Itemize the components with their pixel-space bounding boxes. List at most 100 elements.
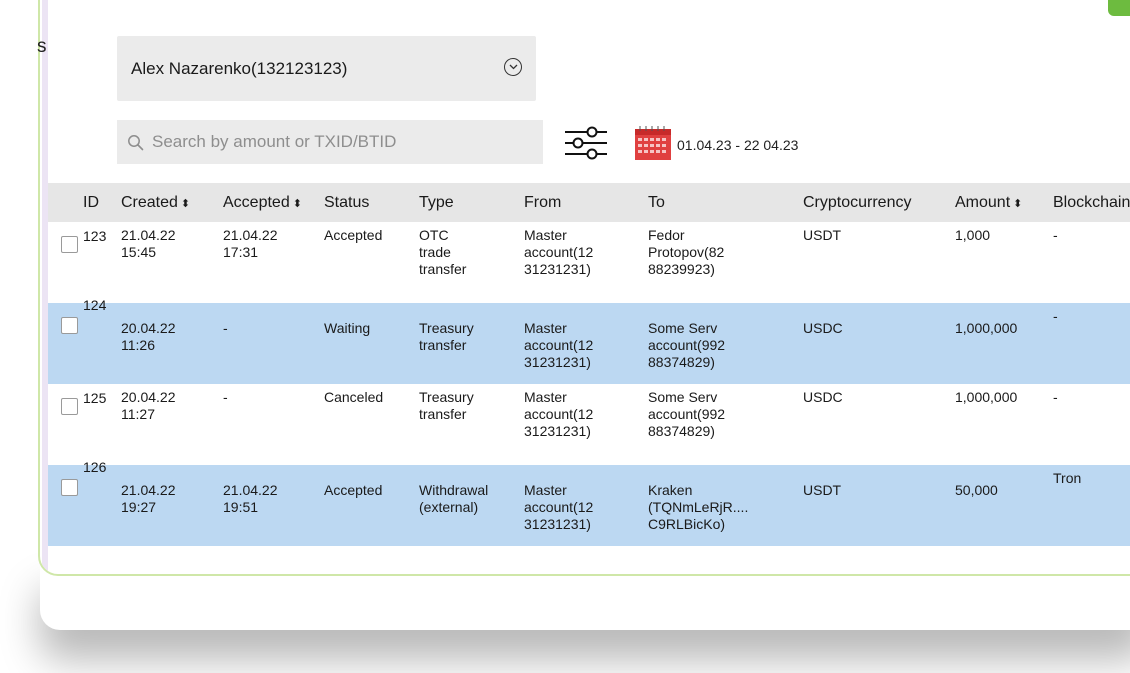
- table-row[interactable]: 126 21.04.22 19:27 21.04.22 19:51 Accepted Wit…: [48, 459, 1130, 546]
- cell-accepted-line: 21.04.22: [223, 482, 278, 498]
- col-amount-header[interactable]: Amount ⬍: [955, 183, 1053, 222]
- cell-status: Accepted: [324, 222, 419, 303]
- cell-crypto-line: USDT: [803, 482, 842, 498]
- cell-created-line: 21.04.22: [121, 482, 176, 498]
- cell-accepted: -: [223, 303, 324, 384]
- cell-from-line: Master: [524, 482, 567, 498]
- sort-icon[interactable]: ⬍: [293, 198, 302, 210]
- cell-id: 124: [83, 297, 121, 384]
- cell-type-line: OTC: [419, 227, 449, 243]
- cell-to-line: Fedor: [648, 227, 685, 243]
- account-select-value: Alex Nazarenko(132123123): [131, 58, 348, 78]
- cell-to-line: account(992: [648, 337, 726, 353]
- col-type-header: Type: [419, 193, 454, 211]
- cell-crypto-text: USDT: [803, 465, 955, 499]
- sort-icon[interactable]: ⬍: [1013, 198, 1022, 210]
- cell-accepted-line: -: [223, 320, 228, 336]
- search-field[interactable]: [117, 120, 543, 164]
- cell-select: [48, 222, 83, 303]
- col-id-header: ID: [83, 193, 99, 211]
- side-label: s: [37, 36, 47, 57]
- cell-status: Canceled: [324, 384, 419, 465]
- sliders-filter-icon[interactable]: [562, 123, 610, 163]
- cell-created-line: 20.04.22: [121, 389, 176, 405]
- cell-blockchain-line: -: [1053, 308, 1058, 324]
- cell-status-line: Waiting: [324, 320, 371, 336]
- cell-status-line: Accepted: [324, 482, 383, 498]
- table-header: ID Created ⬍ Accepted ⬍ Status Type From T…: [48, 183, 1130, 222]
- cell-to: Fedor Protopov(82 88239923): [648, 222, 803, 303]
- cell-type-text: Treasury transfer: [419, 303, 524, 354]
- cell-type-line: Treasury: [419, 389, 474, 405]
- col-created-header[interactable]: Created ⬍: [121, 183, 223, 222]
- cell-status-text: Accepted: [324, 465, 419, 499]
- cell-to-line: 88374829): [648, 423, 715, 439]
- cell-to: Some Serv account(992 88374829): [648, 303, 803, 384]
- cell-amount: 50,000: [955, 465, 1053, 546]
- cell-crypto: USDC: [803, 384, 955, 465]
- cell-to-line: Kraken: [648, 482, 693, 498]
- cell-to-line: 88374829): [648, 354, 715, 370]
- cell-crypto-line: USDT: [803, 227, 842, 243]
- cell-accepted-text: 21.04.22 19:51: [223, 465, 324, 516]
- cell-id-text: 123: [83, 228, 107, 244]
- search-input[interactable]: [150, 131, 533, 153]
- cell-select: [48, 303, 83, 384]
- row-checkbox[interactable]: [61, 317, 78, 334]
- sort-icon[interactable]: ⬍: [181, 198, 190, 210]
- cell-amount-line: 1,000: [955, 227, 991, 243]
- cell-to-line: Protopov(82: [648, 244, 725, 260]
- cell-accepted: 21.04.22 17:31: [223, 222, 324, 303]
- col-to-header: To: [648, 193, 665, 211]
- table-row[interactable]: 123 21.04.22 15:45 21.04.22 17:31 Accepted OTC…: [48, 222, 1130, 303]
- cell-status: Accepted: [324, 465, 419, 546]
- col-select-header: [48, 183, 83, 222]
- action-button[interactable]: [1108, 0, 1130, 16]
- row-checkbox[interactable]: [61, 479, 78, 496]
- cell-type-line: transfer: [419, 406, 467, 422]
- cell-id-text: 125: [83, 390, 107, 406]
- col-accepted-header[interactable]: Accepted ⬍: [223, 183, 324, 222]
- cell-blockchain: -: [1053, 384, 1130, 465]
- cell-id: 125: [83, 384, 121, 465]
- chevron-down-icon[interactable]: [504, 58, 522, 76]
- cell-from-line: Master: [524, 389, 567, 405]
- table-body: 123 21.04.22 15:45 21.04.22 17:31 Accepted OTC…: [48, 222, 1130, 546]
- cell-accepted: 21.04.22 19:51: [223, 465, 324, 546]
- account-select[interactable]: Alex Nazarenko(132123123): [117, 36, 536, 101]
- cell-accepted-text: -: [223, 303, 324, 337]
- cell-from-text: Master account(12 31231231): [524, 222, 648, 278]
- table-row[interactable]: 124 20.04.22 11:26- Waiting Treasury transfer…: [48, 297, 1130, 384]
- cell-type-line: transfer: [419, 337, 467, 353]
- cell-type: Treasury transfer: [419, 303, 524, 384]
- cell-from-line: Master: [524, 320, 567, 336]
- cell-from-line: account(12: [524, 337, 594, 353]
- search-icon: [128, 134, 144, 150]
- cell-created-line: 20.04.22: [121, 320, 176, 336]
- cell-amount-text: 1,000: [955, 222, 1053, 244]
- cell-type-text: Treasury transfer: [419, 384, 524, 423]
- cell-to-line: 88239923): [648, 261, 715, 277]
- cell-amount-text: 1,000,000: [955, 384, 1053, 406]
- calendar-icon[interactable]: [633, 126, 673, 162]
- cell-created: 20.04.22 11:26: [121, 303, 223, 384]
- cell-blockchain-text: -: [1053, 303, 1130, 325]
- cell-created: 21.04.22 15:45: [121, 222, 223, 303]
- cell-accepted-line: 17:31: [223, 244, 259, 260]
- cell-created-line: 15:45: [121, 244, 157, 260]
- cell-type: OTC trade transfer: [419, 222, 524, 303]
- cell-crypto-text: USDC: [803, 303, 955, 337]
- table-row[interactable]: 125 20.04.22 11:27- Canceled Treasury transfe…: [48, 384, 1130, 465]
- cell-type-text: Withdrawal (external): [419, 465, 524, 516]
- row-checkbox[interactable]: [61, 236, 78, 253]
- cell-from-line: account(12: [524, 244, 594, 260]
- cell-type: Treasury transfer: [419, 384, 524, 465]
- cell-id-text: 124: [83, 297, 107, 313]
- cell-type-line: (external): [419, 499, 479, 515]
- date-range-value[interactable]: 01.04.23 - 22 04.23: [677, 137, 798, 153]
- row-checkbox[interactable]: [61, 398, 78, 415]
- cell-amount-text: 1,000,000: [955, 303, 1053, 337]
- cell-type-line: Treasury: [419, 320, 474, 336]
- cell-created-line: 21.04.22: [121, 227, 176, 243]
- cell-accepted-text: -: [223, 384, 324, 406]
